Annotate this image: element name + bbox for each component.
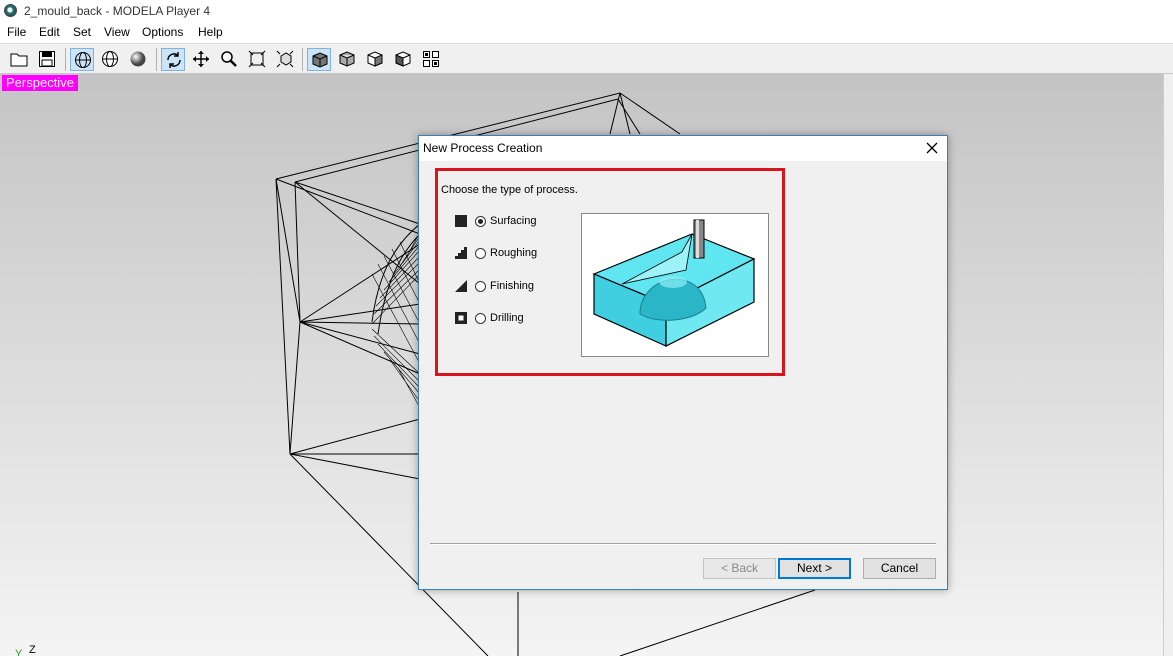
view-cube-iso-icon[interactable] — [391, 48, 415, 71]
shaded-sphere-icon[interactable] — [126, 48, 150, 71]
zoom-icon[interactable] — [217, 48, 241, 71]
side-panel-edge — [1163, 74, 1173, 656]
roughing-icon — [455, 247, 467, 259]
back-button[interactable]: < Back — [703, 558, 776, 579]
radio-roughing[interactable] — [475, 248, 486, 259]
wireframe-view-icon[interactable] — [70, 48, 94, 71]
new-process-dialog: New Process Creation Choose the type of … — [418, 135, 948, 590]
four-views-icon[interactable] — [419, 48, 443, 71]
menu-set[interactable]: Set — [73, 25, 91, 39]
radio-drilling[interactable] — [475, 313, 486, 324]
cancel-button[interactable]: Cancel — [863, 558, 936, 579]
dialog-separator — [430, 543, 936, 545]
save-icon[interactable] — [35, 48, 59, 71]
toolbar — [0, 43, 1173, 74]
radio-finishing[interactable] — [475, 281, 486, 292]
toolbar-separator — [302, 48, 303, 71]
close-icon[interactable] — [921, 138, 943, 158]
window-title: 2_mould_back - MODELA Player 4 — [24, 4, 211, 18]
app-icon — [4, 4, 17, 17]
rotate-icon[interactable] — [161, 48, 185, 71]
next-button[interactable]: Next > — [778, 558, 851, 579]
menu-view[interactable]: View — [104, 25, 130, 39]
zoom-box-icon[interactable] — [273, 48, 297, 71]
radio-surfacing[interactable] — [475, 216, 486, 227]
dialog-title: New Process Creation — [423, 141, 543, 155]
view-cube-top-icon[interactable] — [335, 48, 359, 71]
surfacing-icon — [455, 215, 467, 227]
option-finishing-label[interactable]: Finishing — [490, 280, 534, 292]
toolbar-separator — [65, 48, 66, 71]
menu-file[interactable]: File — [7, 25, 26, 39]
drilling-icon — [455, 312, 467, 324]
option-drilling-label[interactable]: Drilling — [490, 312, 524, 324]
process-preview-image — [581, 213, 769, 357]
finishing-icon — [455, 280, 467, 292]
option-roughing-label[interactable]: Roughing — [490, 247, 537, 259]
open-folder-icon[interactable] — [7, 48, 31, 71]
axis-z-label: Z — [29, 644, 36, 656]
move-icon[interactable] — [189, 48, 213, 71]
menu-bar: File Edit Set View Options Help — [0, 23, 1173, 42]
hidden-line-view-icon[interactable] — [98, 48, 122, 71]
option-surfacing-label[interactable]: Surfacing — [490, 215, 536, 227]
axis-y-label: Y — [15, 648, 23, 656]
menu-options[interactable]: Options — [142, 25, 183, 39]
process-type-prompt: Choose the type of process. — [441, 184, 578, 196]
fit-all-icon[interactable] — [245, 48, 269, 71]
title-bar: 2_mould_back - MODELA Player 4 — [0, 0, 1173, 22]
menu-edit[interactable]: Edit — [39, 25, 60, 39]
view-cube-side-icon[interactable] — [363, 48, 387, 71]
perspective-label: Perspective — [2, 75, 78, 91]
menu-help[interactable]: Help — [198, 25, 223, 39]
dialog-title-bar: New Process Creation — [419, 136, 947, 161]
view-cube-front-icon[interactable] — [307, 48, 331, 71]
toolbar-separator — [156, 48, 157, 71]
